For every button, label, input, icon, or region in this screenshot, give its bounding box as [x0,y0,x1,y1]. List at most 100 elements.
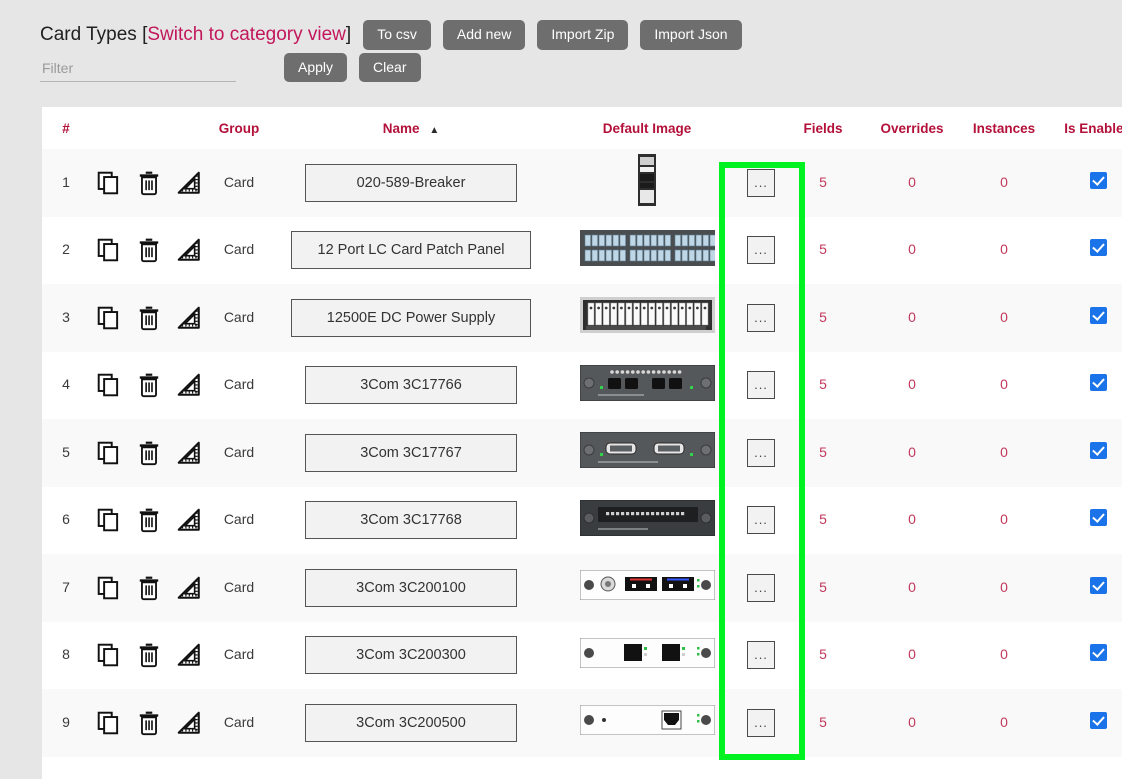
column-header-is-enabled[interactable]: Is Enabled [1050,107,1122,149]
ruler-icon[interactable] [176,440,202,466]
image-picker-button[interactable]: ... [747,236,775,264]
import-zip-button[interactable]: Import Zip [537,20,628,49]
overrides-count[interactable]: 0 [908,579,916,595]
column-header-default-image[interactable]: Default Image [552,107,742,149]
image-picker-button[interactable]: ... [747,506,775,534]
overrides-count[interactable]: 0 [908,376,916,392]
instances-count[interactable]: 0 [1000,714,1008,730]
copy-icon[interactable] [96,642,122,668]
ruler-icon[interactable] [176,575,202,601]
card-type-name-input[interactable] [305,569,517,607]
fields-count[interactable]: 5 [819,309,827,325]
trash-icon[interactable] [136,710,162,736]
card-type-name-input[interactable] [305,501,517,539]
trash-icon[interactable] [136,575,162,601]
trash-icon[interactable] [136,642,162,668]
add-new-button[interactable]: Add new [443,20,525,49]
copy-icon[interactable] [96,507,122,533]
is-enabled-checkbox[interactable] [1090,172,1107,189]
card-type-name-input[interactable] [305,636,517,674]
column-header-fields[interactable]: Fields [780,107,866,149]
is-enabled-checkbox[interactable] [1090,644,1107,661]
overrides-count[interactable]: 0 [908,444,916,460]
ruler-icon[interactable] [176,642,202,668]
column-header-number[interactable]: # [42,107,90,149]
is-enabled-checkbox[interactable] [1090,442,1107,459]
card-type-name-input[interactable] [305,164,517,202]
instances-count[interactable]: 0 [1000,241,1008,257]
copy-icon[interactable] [96,237,122,263]
is-enabled-checkbox[interactable] [1090,712,1107,729]
image-picker-button[interactable]: ... [747,371,775,399]
import-json-button[interactable]: Import Json [640,20,741,49]
ruler-icon[interactable] [176,710,202,736]
card-type-name-input[interactable] [291,299,531,337]
copy-icon[interactable] [96,710,122,736]
column-header-overrides[interactable]: Overrides [866,107,958,149]
trash-icon[interactable] [136,372,162,398]
is-enabled-checkbox[interactable] [1090,509,1107,526]
instances-count[interactable]: 0 [1000,376,1008,392]
instances-count[interactable]: 0 [1000,309,1008,325]
is-enabled-checkbox[interactable] [1090,307,1107,324]
fields-count[interactable]: 5 [819,376,827,392]
copy-icon[interactable] [96,372,122,398]
device-thumbnail [636,154,658,211]
instances-count[interactable]: 0 [1000,444,1008,460]
instances-count[interactable]: 0 [1000,579,1008,595]
copy-icon[interactable] [96,170,122,196]
fields-count[interactable]: 5 [819,241,827,257]
ruler-icon[interactable] [176,170,202,196]
filter-input[interactable] [40,57,236,82]
row-image-picker-cell: ... [742,419,780,487]
image-picker-button[interactable]: ... [747,304,775,332]
is-enabled-checkbox[interactable] [1090,239,1107,256]
overrides-count[interactable]: 0 [908,174,916,190]
fields-count[interactable]: 5 [819,444,827,460]
overrides-count[interactable]: 0 [908,714,916,730]
overrides-count[interactable]: 0 [908,309,916,325]
instances-count[interactable]: 0 [1000,511,1008,527]
trash-icon[interactable] [136,507,162,533]
fields-count[interactable]: 5 [819,174,827,190]
card-type-name-input[interactable] [305,366,517,404]
ruler-icon[interactable] [176,305,202,331]
overrides-count[interactable]: 0 [908,241,916,257]
column-header-instances[interactable]: Instances [958,107,1050,149]
is-enabled-checkbox[interactable] [1090,374,1107,391]
image-picker-button[interactable]: ... [747,169,775,197]
card-type-name-input[interactable] [291,231,531,269]
switch-to-category-view-link[interactable]: Switch to category view [147,24,346,45]
ruler-icon[interactable] [176,372,202,398]
copy-icon[interactable] [96,575,122,601]
column-header-name[interactable]: Name ▲ [270,107,552,149]
trash-icon[interactable] [136,305,162,331]
copy-icon[interactable] [96,440,122,466]
card-type-name-input[interactable] [305,434,517,472]
trash-icon[interactable] [136,440,162,466]
image-picker-button[interactable]: ... [747,709,775,737]
instances-count[interactable]: 0 [1000,174,1008,190]
apply-filter-button[interactable]: Apply [284,53,347,82]
image-picker-button[interactable]: ... [747,574,775,602]
overrides-count[interactable]: 0 [908,646,916,662]
ruler-icon[interactable] [176,237,202,263]
image-picker-button[interactable]: ... [747,641,775,669]
copy-icon[interactable] [96,305,122,331]
fields-count[interactable]: 5 [819,646,827,662]
table-row: 7Card...500 [42,554,1122,622]
trash-icon[interactable] [136,170,162,196]
fields-count[interactable]: 5 [819,714,827,730]
is-enabled-checkbox[interactable] [1090,577,1107,594]
overrides-count[interactable]: 0 [908,511,916,527]
trash-icon[interactable] [136,237,162,263]
ruler-icon[interactable] [176,507,202,533]
clear-filter-button[interactable]: Clear [359,53,420,82]
fields-count[interactable]: 5 [819,511,827,527]
image-picker-button[interactable]: ... [747,439,775,467]
to-csv-button[interactable]: To csv [363,20,431,49]
instances-count[interactable]: 0 [1000,646,1008,662]
card-type-name-input[interactable] [305,704,517,742]
column-header-group[interactable]: Group [208,107,270,149]
fields-count[interactable]: 5 [819,579,827,595]
